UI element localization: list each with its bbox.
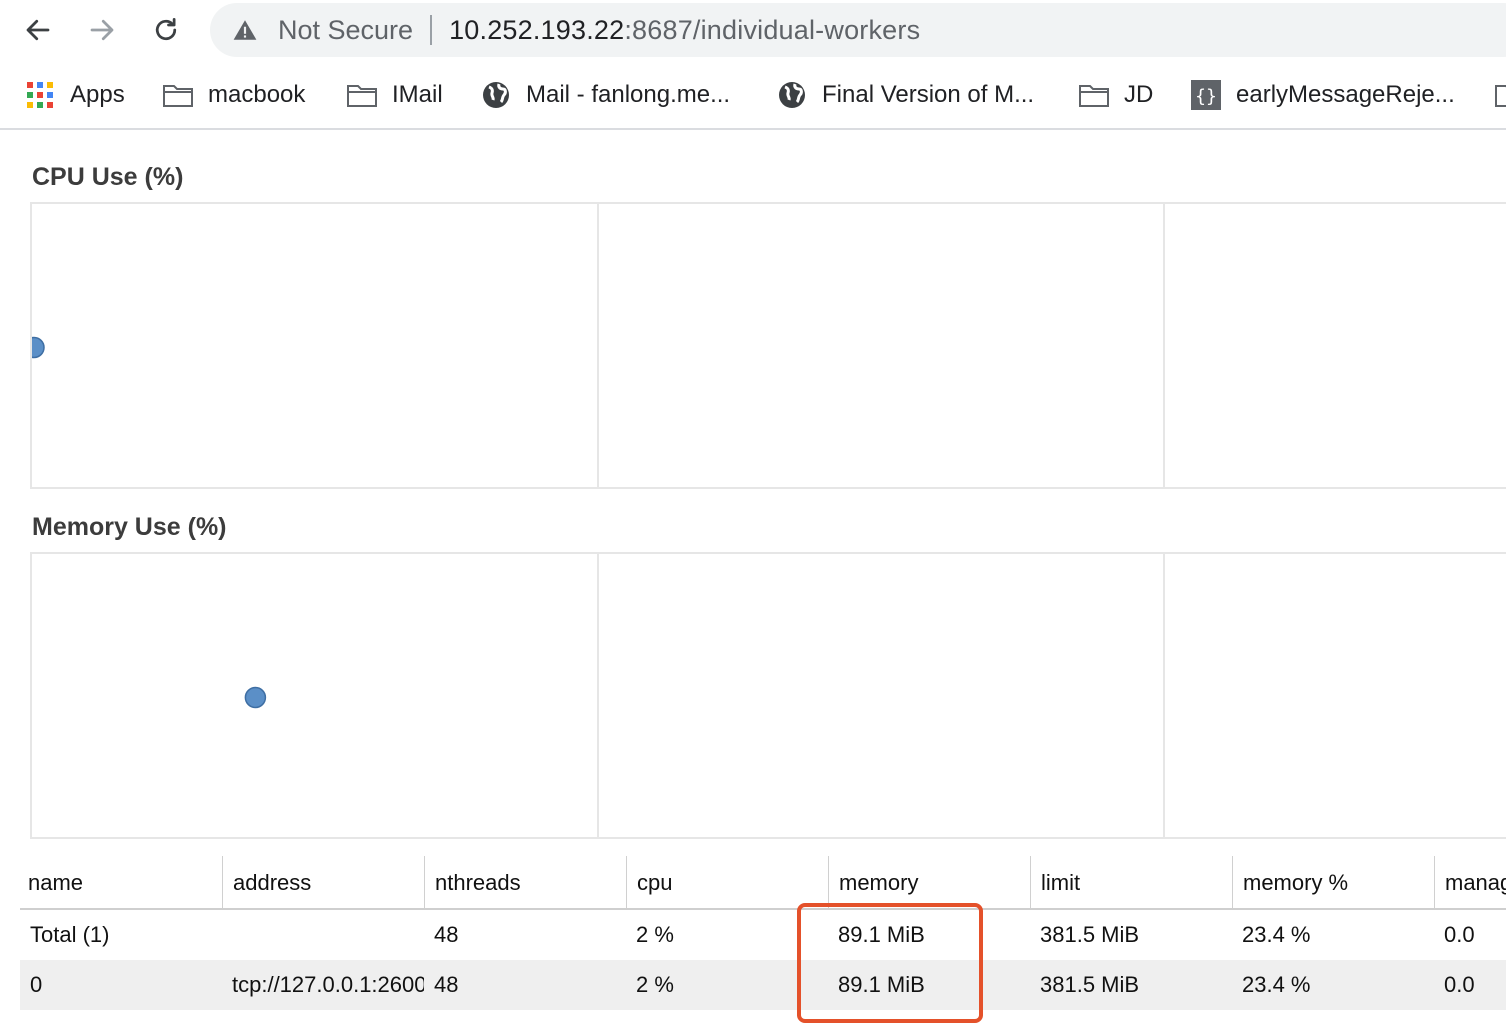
bookmark-label: earlyMessageReje... (1236, 81, 1455, 108)
cell-managed: 0.0 (1444, 922, 1475, 947)
bookmark-final-version[interactable]: Final Version of M... (776, 78, 1034, 112)
bookmark-macbook[interactable]: macbook (162, 78, 305, 112)
forward-arrow-icon (90, 19, 114, 41)
url-host: 10.252.193.22 (449, 14, 625, 45)
column-header-memory[interactable]: memory (828, 856, 1030, 908)
bookmark-label: Apps (70, 81, 125, 108)
url-path: :8687/individual-workers (624, 14, 921, 45)
table-header: name address nthreads cpu memory limit m… (20, 856, 1506, 910)
bookmark-label: JD (1124, 81, 1154, 108)
braces-icon: {} (1190, 79, 1222, 111)
data-point[interactable] (32, 336, 45, 359)
column-header-name[interactable]: name (20, 856, 222, 908)
cell-limit: 381.5 MiB (1040, 922, 1140, 947)
url-text[interactable]: 10.252.193.22:8687/individual-workers (449, 15, 920, 46)
bookmark-label: IMail (392, 81, 443, 108)
table-row[interactable]: Total (1) 48 2 % 89.1 MiB 381.5 MiB 23.4… (20, 910, 1506, 960)
cell-address: tcp://127.0.0.1:26000 (232, 972, 424, 997)
column-header-memory-percent[interactable]: memory % (1232, 856, 1434, 908)
not-secure-label[interactable]: Not Secure (278, 15, 413, 46)
column-header-limit[interactable]: limit (1030, 856, 1232, 908)
cpu-chart-svg (32, 336, 45, 359)
column-header-nthreads[interactable]: nthreads (424, 856, 626, 908)
bookmark-imail[interactable]: IMail (346, 78, 443, 112)
column-header-managed[interactable]: managed (1434, 856, 1506, 908)
folder-icon (162, 79, 194, 111)
reload-icon (155, 18, 177, 41)
globe-icon (480, 79, 512, 111)
cpu-chart[interactable] (30, 202, 1506, 489)
table-row[interactable]: 0 tcp://127.0.0.1:26000 48 2 % 89.1 MiB … (20, 960, 1506, 1010)
bookmark-apps[interactable]: Apps (24, 78, 125, 112)
cell-managed: 0.0 (1444, 972, 1475, 997)
memory-chart-title: Memory Use (%) (32, 513, 227, 541)
cell-cpu: 2 % (636, 972, 674, 997)
column-header-cpu[interactable]: cpu (626, 856, 828, 908)
apps-grid-icon (24, 79, 56, 111)
bookmark-mail[interactable]: Mail - fanlong.me... (480, 78, 730, 112)
address-bar[interactable]: Not Secure 10.252.193.22:8687/individual… (210, 3, 1506, 57)
cell-memory-percent: 23.4 % (1242, 972, 1311, 997)
bookmark-label: macbook (208, 81, 306, 108)
workers-table: name address nthreads cpu memory limit m… (20, 856, 1506, 1010)
cell-name: 0 (30, 972, 43, 997)
memory-chart-svg (244, 686, 267, 709)
cell-memory: 89.1 MiB (838, 922, 925, 947)
folder-icon (346, 79, 378, 111)
column-header-address[interactable]: address (222, 856, 424, 908)
folder-icon (1494, 79, 1506, 111)
bookmarks-bar: Apps macbook IMail Mail - fanlong.me... … (0, 62, 1506, 130)
bookmark-label: Mail - fanlong.me... (526, 81, 731, 108)
cell-limit: 381.5 MiB (1040, 972, 1140, 997)
cell-memory-percent: 23.4 % (1242, 922, 1311, 947)
svg-text:{}: {} (1195, 86, 1217, 107)
bookmark-overflow[interactable] (1494, 78, 1506, 112)
cell-nthreads: 48 (434, 922, 459, 947)
warning-icon[interactable] (232, 15, 262, 45)
back-arrow-icon (26, 19, 50, 41)
cell-name: Total (1) (30, 922, 110, 947)
cell-address (222, 910, 424, 960)
folder-icon (1078, 79, 1110, 111)
reload-button[interactable] (146, 10, 186, 50)
omnibox-separator (430, 15, 433, 45)
cpu-chart-title: CPU Use (%) (32, 163, 184, 191)
forward-button[interactable] (82, 10, 122, 50)
data-point[interactable] (244, 686, 267, 709)
back-button[interactable] (18, 10, 58, 50)
bookmark-jd[interactable]: JD (1078, 78, 1153, 112)
cell-nthreads: 48 (434, 972, 459, 997)
cell-memory: 89.1 MiB (838, 972, 925, 997)
globe-icon (776, 79, 808, 111)
bookmark-earlymessage[interactable]: {} earlyMessageReje... (1190, 78, 1455, 112)
browser-toolbar: Not Secure 10.252.193.22:8687/individual… (0, 0, 1506, 62)
cell-cpu: 2 % (636, 922, 674, 947)
bookmark-label: Final Version of M... (822, 81, 1035, 108)
memory-chart[interactable] (30, 552, 1506, 839)
